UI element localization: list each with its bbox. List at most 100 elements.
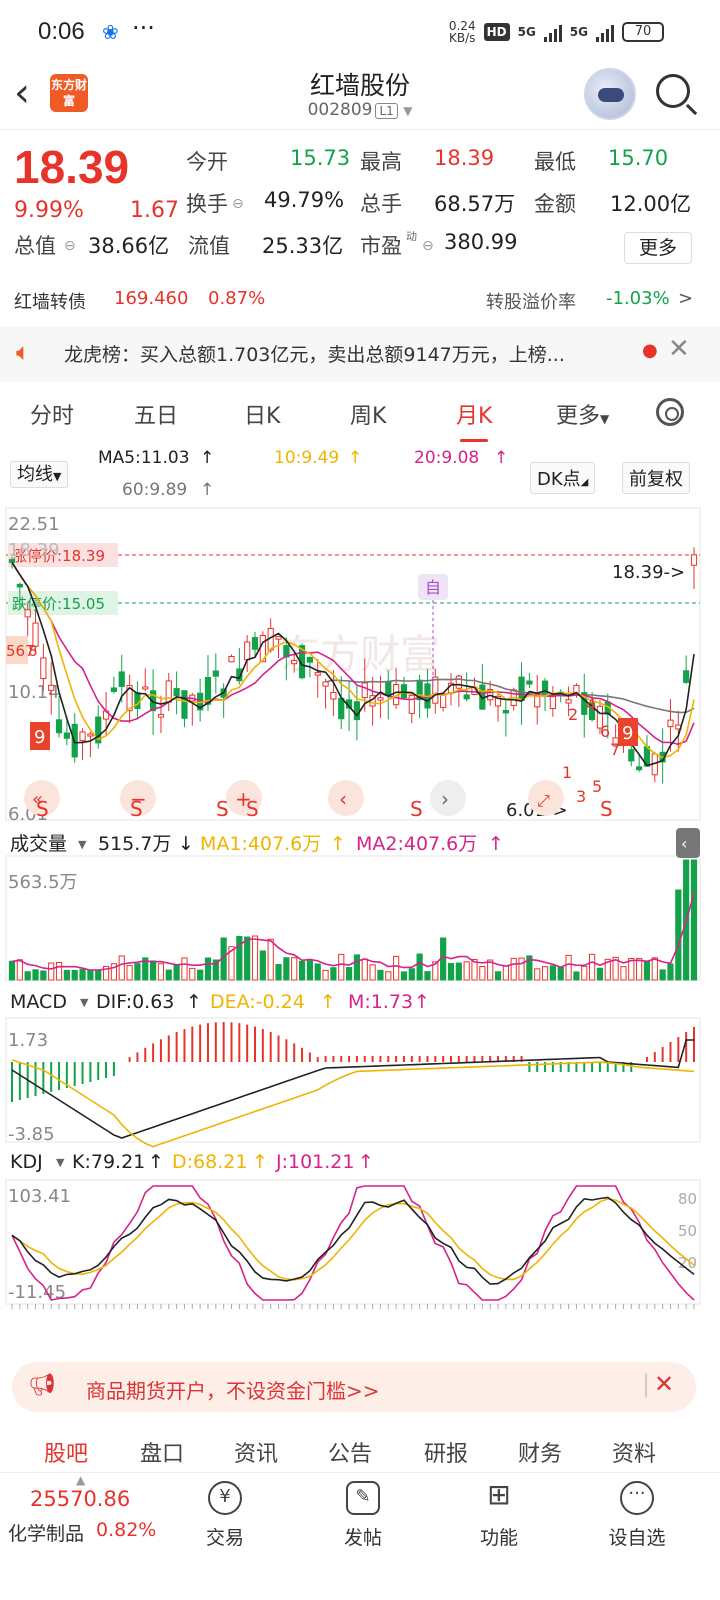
macd-label[interactable]: MACD: [10, 991, 67, 1013]
nav-add-watchlist-label: 设自选: [608, 1527, 666, 1549]
candle-body: [63, 732, 70, 739]
net-type-2: 5G: [569, 25, 588, 39]
info-circle-icon[interactable]: ⊖: [422, 238, 434, 254]
stock-code: 002809: [307, 100, 373, 120]
nav-trade[interactable]: ¥ 交易: [180, 1481, 270, 1550]
kdj-k: K:79.21: [72, 1151, 145, 1173]
candle-body: [690, 554, 698, 566]
tab-intraday[interactable]: 分时: [30, 398, 74, 430]
nav-functions[interactable]: ⊞ 功能: [454, 1481, 544, 1550]
volume-bar: [581, 965, 588, 981]
volume-bar: [675, 889, 682, 981]
change-amount: 1.67: [130, 198, 179, 223]
tab-forum[interactable]: 股吧: [44, 1436, 88, 1468]
kdj-label[interactable]: KDJ: [10, 1151, 43, 1173]
battery-icon: 70: [622, 22, 664, 42]
bond-pct: 0.87%: [208, 288, 266, 309]
settings-gear-icon[interactable]: [656, 398, 684, 426]
tab-daily[interactable]: 日K: [244, 398, 280, 430]
tab-more[interactable]: 更多▼: [556, 398, 609, 430]
tab-news[interactable]: 资讯: [234, 1436, 278, 1468]
s-marker-6: S: [600, 797, 613, 821]
volume-axis-top: 563.5万: [8, 872, 78, 893]
volume-bar: [447, 962, 455, 981]
info-circle-icon[interactable]: ⊖: [232, 196, 244, 212]
nav-post-label: 发帖: [343, 1527, 382, 1549]
quote-value-0: 15.73: [290, 146, 351, 170]
kdj-d: D:68.21: [172, 1151, 247, 1173]
candle-body: [244, 641, 251, 661]
s-marker-1: S: [36, 797, 49, 821]
close-icon[interactable]: ✕: [654, 1370, 674, 1398]
assistant-robot-icon[interactable]: [584, 68, 636, 120]
tab-financials[interactable]: 财务: [518, 1436, 562, 1468]
volume-bar: [510, 957, 517, 981]
quote-label-1: 最高: [360, 150, 402, 174]
volume-bar: [306, 960, 313, 981]
info-circle-icon[interactable]: ⊖: [64, 238, 76, 254]
quote-label-5: 金额: [534, 192, 576, 216]
collapse-tab[interactable]: [676, 828, 700, 858]
tab-weekly[interactable]: 周K: [350, 398, 386, 430]
index-value[interactable]: 25570.86: [30, 1487, 130, 1511]
volume-bar: [330, 967, 337, 981]
quote-label-4: 总手: [360, 192, 402, 216]
volume-bar: [275, 964, 282, 981]
close-icon[interactable]: ✕: [668, 334, 690, 364]
notice-bar[interactable]: 🔈︎ 龙虎榜：买入总额1.703亿元，卖出总额9147万元，上榜... ● ✕: [0, 326, 720, 382]
left-marker-num2: 8: [28, 642, 38, 660]
volume-arrow-icon: ↓: [178, 833, 194, 855]
convertible-bond-row[interactable]: 红墙转债 169.460 0.87% 转股溢价率 -1.03% >: [0, 288, 720, 322]
volume-bar: [204, 957, 212, 981]
tab-monthly[interactable]: 月K: [456, 398, 492, 442]
x-label-1: 202005: [186, 1318, 255, 1320]
bond-price: 169.460: [114, 288, 189, 309]
volume-label[interactable]: 成交量: [10, 833, 67, 855]
system-indicators: 0.24 KB/s HD 5G 5G 70: [449, 20, 664, 44]
seq-label-1: 1: [562, 763, 572, 782]
bottom-nav: ▲ 25570.86 化学制品 0.82% ¥ 交易 ✎ 发帖 ⊞ 功能 ···…: [0, 1472, 720, 1600]
macd-axis-top: 1.73: [8, 1030, 48, 1051]
kline-chart-area[interactable]: 东方财富 涨停价:18.39 跌停价:15.05 22.51 18.39 10.…: [0, 440, 720, 1320]
quote-label-0: 今开: [186, 150, 228, 174]
search-icon[interactable]: [656, 74, 690, 108]
s-marker-5: S: [410, 797, 423, 821]
candle-body: [24, 609, 31, 618]
candle-body: [565, 699, 572, 704]
tab-five-day[interactable]: 五日: [134, 398, 178, 430]
tab-more-label: 更多: [556, 404, 601, 429]
volume-bar: [40, 970, 47, 981]
volume-bar: [244, 936, 251, 981]
candle-body: [173, 688, 180, 697]
volume-value: 515.7万: [98, 833, 171, 855]
tab-orderbook[interactable]: 盘口: [140, 1436, 184, 1468]
tab-announcements[interactable]: 公告: [328, 1436, 372, 1468]
bond-name: 红墙转债: [14, 292, 86, 313]
nav-add-watchlist[interactable]: ··· 设自选: [592, 1481, 682, 1550]
tab-profile[interactable]: 资料: [612, 1436, 656, 1468]
volume-bar: [259, 950, 266, 981]
nav-trade-label: 交易: [205, 1527, 244, 1549]
candle-body: [306, 656, 313, 663]
volume-bar: [55, 961, 63, 981]
more-button[interactable]: 更多: [624, 232, 692, 264]
volume-bar: [534, 968, 541, 981]
volume-bar: [197, 969, 204, 981]
x-label-2: 202211: [426, 1318, 495, 1320]
quote-value-7: 25.33亿: [262, 234, 344, 258]
chevron-left-icon: ‹: [681, 834, 687, 853]
tab-research[interactable]: 研报: [424, 1436, 468, 1468]
caret-down-icon: ▼: [80, 996, 89, 1009]
caret-down-icon: ▼: [600, 412, 610, 426]
candle-body: [628, 749, 635, 762]
premium-label: 转股溢价率: [486, 292, 576, 313]
ad-banner[interactable]: 📢︎ 商品期货开户，不设资金门槛>> | ✕: [12, 1362, 696, 1412]
chart-nav-controls: « − + ‹ › ⤢: [24, 780, 564, 816]
nav-post[interactable]: ✎ 发帖: [318, 1481, 408, 1550]
volume-ma2: MA2:407.6万: [356, 833, 477, 855]
volume-bar: [118, 955, 125, 981]
candle-body: [322, 681, 329, 687]
back-arrow-icon[interactable]: ‹: [14, 70, 30, 116]
unread-dot-icon: ●: [642, 340, 658, 361]
candle-body: [314, 672, 321, 676]
